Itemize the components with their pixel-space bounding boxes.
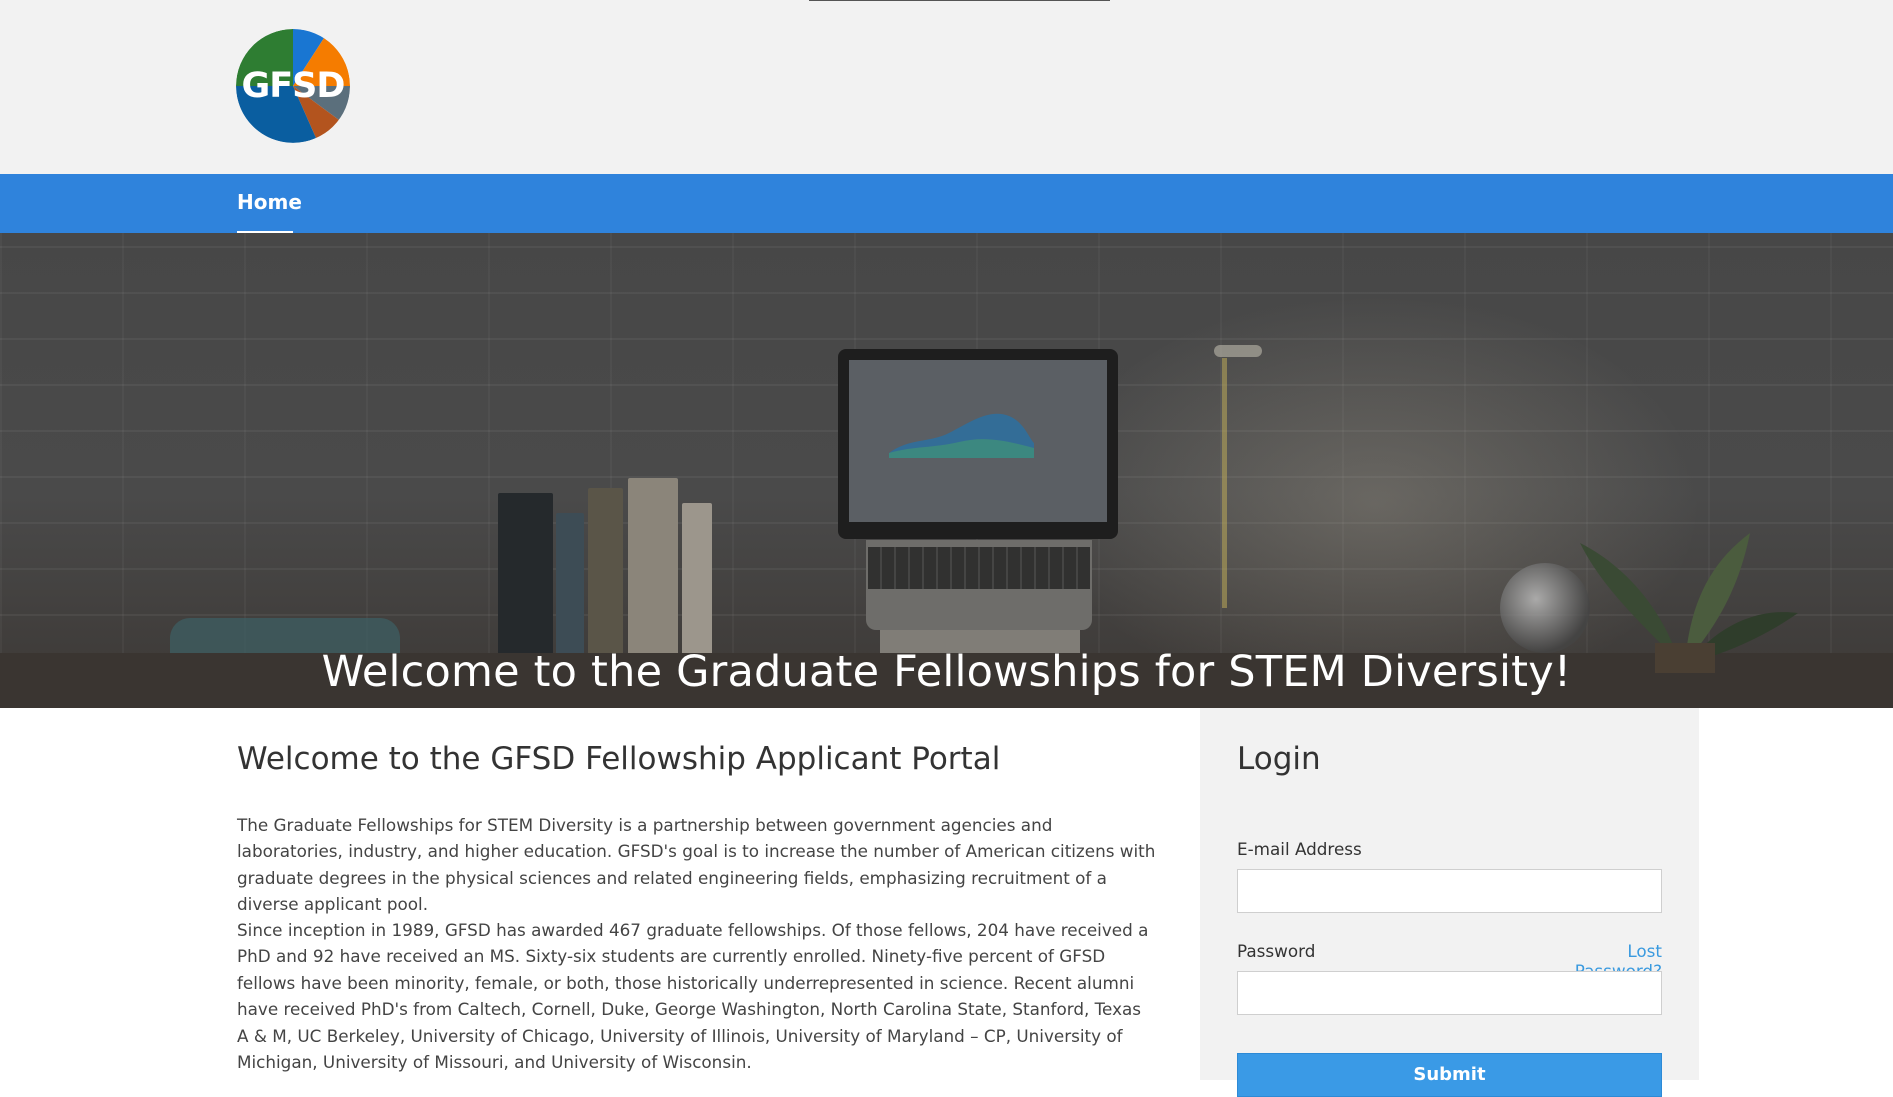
header-divider (809, 0, 1110, 1)
email-field[interactable] (1237, 869, 1662, 913)
laptop-keyboard (868, 547, 1090, 589)
nav-item-home[interactable]: Home (237, 174, 302, 233)
password-label: Password (1237, 941, 1316, 961)
hero-title: Welcome to the Graduate Fellowships for … (321, 646, 1572, 697)
history-paragraph: Since inception in 1989, GFSD has awarde… (237, 920, 1149, 1073)
hero-banner: Welcome to the Graduate Fellowships for … (0, 233, 1893, 708)
submit-button[interactable]: Submit (1237, 1053, 1662, 1097)
main-navigation: Home (0, 174, 1893, 233)
email-label: E-mail Address (1237, 839, 1362, 859)
password-field[interactable] (1237, 971, 1662, 1015)
intro-paragraph: The Graduate Fellowships for STEM Divers… (237, 815, 1156, 915)
lamp-head (1214, 345, 1262, 357)
gfsd-logo[interactable]: GFSD (236, 29, 350, 143)
logo-text: GFSD (241, 66, 346, 106)
login-title: Login (1237, 741, 1321, 777)
page-title: Welcome to the GFSD Fellowship Applicant… (237, 741, 1001, 777)
books-image (498, 473, 758, 663)
laptop-chart-graphic (889, 413, 1034, 458)
lamp-pole (1222, 358, 1227, 608)
